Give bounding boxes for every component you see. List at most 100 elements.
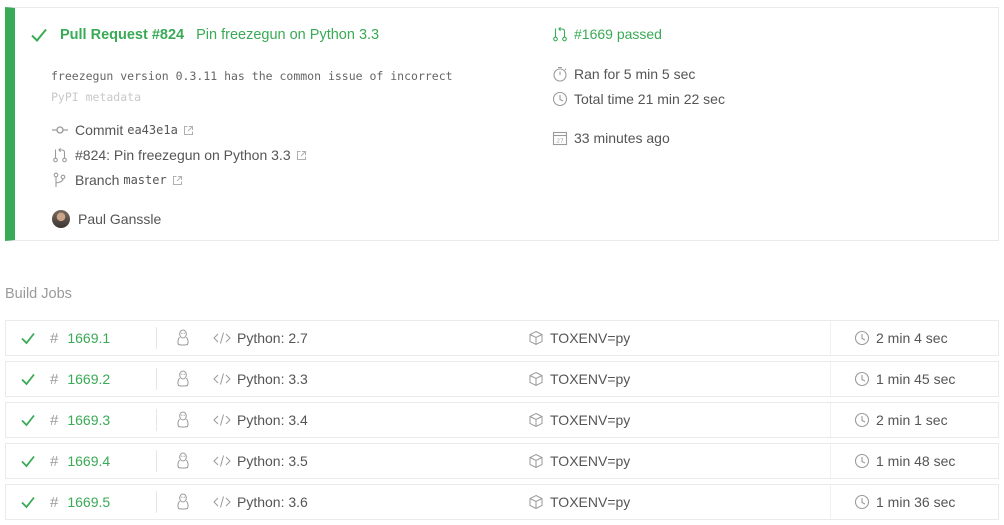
finished-text: 33 minutes ago xyxy=(574,130,670,146)
commit-icon xyxy=(52,122,68,138)
pull-request-label[interactable]: Pull Request #824 xyxy=(60,27,184,43)
ran-for-row: Ran for 5 min 5 sec xyxy=(552,66,695,82)
job-number-cell[interactable]: #1669.1 xyxy=(50,321,110,355)
build-jobs-heading: Build Jobs xyxy=(5,286,72,302)
build-summary: Pull Request #824 Pin freezegun on Pytho… xyxy=(5,7,999,241)
code-icon xyxy=(213,331,231,345)
stopwatch-icon xyxy=(552,66,568,82)
divider xyxy=(156,450,157,472)
job-number[interactable]: 1669.2 xyxy=(67,371,110,387)
passed-check-icon xyxy=(20,403,36,437)
external-link-icon[interactable] xyxy=(296,150,307,161)
job-number-cell[interactable]: #1669.4 xyxy=(50,444,110,478)
pull-request-link[interactable]: #824: Pin freezegun on Python 3.3 xyxy=(75,147,291,163)
commit-sha[interactable]: ea43e1a xyxy=(127,123,178,137)
box-icon xyxy=(528,371,544,387)
job-number[interactable]: 1669.1 xyxy=(67,330,110,346)
ran-for-text: Ran for 5 min 5 sec xyxy=(574,66,696,82)
linux-icon xyxy=(176,485,190,519)
branch-icon xyxy=(52,172,68,188)
job-language-cell: Python: 3.5 xyxy=(213,444,308,478)
linux-icon xyxy=(176,444,190,478)
build-status-row[interactable]: #1669 passed xyxy=(552,26,662,42)
job-duration-cell: 1 min 48 sec xyxy=(854,444,955,478)
box-icon xyxy=(528,330,544,346)
build-status-icon xyxy=(552,26,568,42)
job-env-cell: TOXENV=py xyxy=(528,362,630,396)
hash-icon: # xyxy=(50,329,59,347)
job-row[interactable]: #1669.5 Python: 3.6 TOXENV=py 1 min 36 s… xyxy=(5,484,999,520)
passed-check-icon xyxy=(20,444,36,478)
hash-icon: # xyxy=(50,411,59,429)
branch-row[interactable]: Branch master xyxy=(52,172,183,188)
job-number[interactable]: 1669.3 xyxy=(67,412,110,428)
job-row[interactable]: #1669.4 Python: 3.5 TOXENV=py 1 min 48 s… xyxy=(5,443,999,479)
avatar xyxy=(52,210,70,228)
author-row: Paul Ganssle xyxy=(52,210,161,228)
divider xyxy=(156,327,157,349)
hash-icon: # xyxy=(50,370,59,388)
job-language: Python: 3.5 xyxy=(237,453,308,469)
job-duration: 1 min 36 sec xyxy=(876,494,956,510)
commit-message: freezegun version 0.3.11 has the common … xyxy=(51,66,521,110)
box-icon xyxy=(528,412,544,428)
external-link-icon[interactable] xyxy=(183,125,194,136)
job-duration: 2 min 1 sec xyxy=(876,412,948,428)
total-time-text: Total time 21 min 22 sec xyxy=(574,91,725,107)
job-duration: 2 min 4 sec xyxy=(876,330,948,346)
linux-icon xyxy=(176,403,190,437)
linux-icon xyxy=(176,362,190,396)
clock-icon xyxy=(854,453,870,469)
job-number-cell[interactable]: #1669.3 xyxy=(50,403,110,437)
pull-request-link-row[interactable]: #824: Pin freezegun on Python 3.3 xyxy=(52,147,307,163)
external-link-icon[interactable] xyxy=(172,175,183,186)
pull-request-icon xyxy=(52,147,68,163)
job-duration: 1 min 45 sec xyxy=(876,371,956,387)
build-status[interactable]: #1669 passed xyxy=(574,26,662,42)
job-language: Python: 3.4 xyxy=(237,412,308,428)
passed-check-icon xyxy=(20,362,36,396)
clock-icon xyxy=(552,91,568,107)
build-jobs-list: #1669.1 Python: 2.7 TOXENV=py 2 min 4 se… xyxy=(5,320,999,525)
job-row[interactable]: #1669.2 Python: 3.3 TOXENV=py 1 min 45 s… xyxy=(5,361,999,397)
svg-text:27: 27 xyxy=(557,139,564,145)
passed-check-icon xyxy=(20,321,36,355)
finished-row: 27 33 minutes ago xyxy=(552,130,670,146)
job-number-cell[interactable]: #1669.2 xyxy=(50,362,110,396)
commit-row[interactable]: Commit ea43e1a xyxy=(52,122,194,138)
branch-name[interactable]: master xyxy=(123,173,166,187)
job-env-cell: TOXENV=py xyxy=(528,403,630,437)
clock-icon xyxy=(854,494,870,510)
job-language-cell: Python: 2.7 xyxy=(213,321,308,355)
clock-icon xyxy=(854,330,870,346)
passed-check-icon xyxy=(20,485,36,519)
passed-check-icon xyxy=(30,26,48,44)
job-env: TOXENV=py xyxy=(550,453,631,469)
job-number[interactable]: 1669.4 xyxy=(67,453,110,469)
job-number-cell[interactable]: #1669.5 xyxy=(50,485,110,519)
box-icon xyxy=(528,494,544,510)
pull-request-title[interactable]: Pin freezegun on Python 3.3 xyxy=(196,27,379,43)
code-icon xyxy=(213,495,231,509)
job-row[interactable]: #1669.3 Python: 3.4 TOXENV=py 2 min 1 se… xyxy=(5,402,999,438)
job-language-cell: Python: 3.3 xyxy=(213,362,308,396)
job-env: TOXENV=py xyxy=(550,330,631,346)
branch-label: Branch xyxy=(75,172,120,188)
job-env-cell: TOXENV=py xyxy=(528,485,630,519)
job-duration-cell: 1 min 36 sec xyxy=(854,485,955,519)
box-icon xyxy=(528,453,544,469)
code-icon xyxy=(213,413,231,427)
commit-label: Commit xyxy=(75,122,124,138)
hash-icon: # xyxy=(50,493,59,511)
job-duration-cell: 2 min 4 sec xyxy=(854,321,948,355)
build-title-row: Pull Request #824 Pin freezegun on Pytho… xyxy=(30,26,379,44)
total-time-row: Total time 21 min 22 sec xyxy=(552,91,725,107)
job-row[interactable]: #1669.1 Python: 2.7 TOXENV=py 2 min 4 se… xyxy=(5,320,999,356)
job-env: TOXENV=py xyxy=(550,494,631,510)
commit-message-line: freezegun version 0.3.11 has the common … xyxy=(51,69,453,83)
job-duration: 1 min 48 sec xyxy=(876,453,956,469)
job-number[interactable]: 1669.5 xyxy=(67,494,110,510)
hash-icon: # xyxy=(50,452,59,470)
job-duration-cell: 1 min 45 sec xyxy=(854,362,955,396)
clock-icon xyxy=(854,371,870,387)
